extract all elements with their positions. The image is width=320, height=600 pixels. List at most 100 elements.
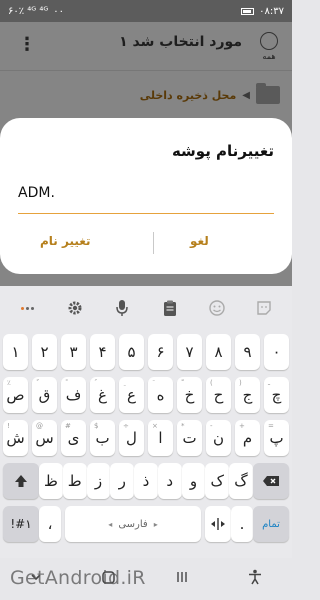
key-num-1[interactable]: ۲ (32, 334, 57, 370)
status-left: ۶۰٪ ⁴ᴳ ⁴ᴳ ۰۰ (8, 6, 64, 17)
status-right: ۰۸:۳۷ (241, 6, 284, 17)
key-row2-6[interactable]: ت * (177, 420, 202, 456)
breadcrumb-arrow-icon: ◀ (242, 89, 250, 101)
key-label: ۲ (40, 343, 49, 361)
breadcrumb[interactable]: ◀ محل ذخیره داخلی (140, 80, 280, 110)
accessibility-person-icon (248, 569, 261, 585)
key-secondary-label: ـ (268, 379, 271, 387)
key-label: ط (67, 472, 82, 490)
key-row1-1[interactable]: قٌ (32, 377, 57, 413)
key-label: خ (184, 386, 195, 404)
key-label: ۴ (98, 343, 107, 361)
key-num-7[interactable]: ۸ (206, 334, 231, 370)
key-row2-2[interactable]: ی # (61, 420, 86, 456)
watermark-text: GetAndroid.iR (10, 567, 146, 589)
key-row1-0[interactable]: ص ٪ (3, 377, 28, 413)
selection-title: ۱ مورد انتخاب شد (119, 34, 242, 50)
key-label: پ (269, 429, 284, 447)
clipboard-icon (163, 300, 176, 316)
key-row1-3[interactable]: غُ (90, 377, 115, 413)
key-row3-2[interactable]: ز (86, 463, 111, 499)
cancel-button[interactable]: لغو (190, 234, 209, 248)
folder-name-input[interactable] (18, 174, 274, 212)
key-label: ذ (142, 472, 150, 490)
voice-input-button[interactable] (107, 293, 137, 323)
key-row1-2[interactable]: فً (61, 377, 86, 413)
key-secondary-label: = (268, 422, 274, 430)
key-row3-7[interactable]: ک (205, 463, 230, 499)
emoji-button[interactable] (202, 293, 232, 323)
key-row3-8[interactable]: گ (229, 463, 253, 499)
expand-toolbar-button[interactable] (13, 293, 43, 323)
key-num-3[interactable]: ۴ (90, 334, 115, 370)
key-row2-4[interactable]: ل ÷ (119, 420, 144, 456)
key-row2-9[interactable]: پ = (264, 420, 289, 456)
key-row2-3[interactable]: ب $ (90, 420, 115, 456)
key-num-6[interactable]: ۷ (177, 334, 202, 370)
microphone-icon (116, 300, 129, 316)
key-row2-8[interactable]: م + (235, 420, 260, 456)
space-key[interactable]: ◂ فارسی ▸ (65, 506, 201, 542)
recents-nav-button[interactable] (176, 571, 188, 587)
sticker-button[interactable] (249, 293, 279, 323)
key-row1-8[interactable]: ج) (235, 377, 260, 413)
rename-folder-dialog: تغییرنام پوشه لغو تغییر نام (0, 118, 292, 274)
symbols-key[interactable]: !#۱ (3, 506, 39, 542)
key-label: ه (156, 386, 165, 404)
more-dots-icon (21, 306, 35, 310)
smiley-icon (209, 300, 225, 316)
key-num-2[interactable]: ۳ (61, 334, 86, 370)
key-row3-1[interactable]: ط (62, 463, 87, 499)
period-key[interactable]: . (231, 506, 253, 542)
key-label: ر (118, 472, 126, 490)
settings-button[interactable] (60, 293, 90, 323)
key-label: ن (212, 429, 224, 447)
key-row3-5[interactable]: د (157, 463, 182, 499)
key-label: ۱ (11, 343, 20, 361)
key-row3-6[interactable]: و (181, 463, 206, 499)
key-row2-1[interactable]: س @ (32, 420, 57, 456)
key-secondary-label: # (65, 422, 71, 430)
key-num-8[interactable]: ۹ (235, 334, 260, 370)
key-row1-6[interactable]: خّ (177, 377, 202, 413)
key-row1-4[interactable]: عِ (119, 377, 144, 413)
dialog-button-divider (153, 232, 154, 254)
comma-key[interactable]: ، (39, 506, 61, 542)
key-row1-7[interactable]: ح( (206, 377, 231, 413)
bottom-row: !#۱ ، ◂ فارسی ▸ . تمام (3, 506, 289, 542)
key-row3-4[interactable]: ذ (134, 463, 158, 499)
key-row2-7[interactable]: ن- (206, 420, 231, 456)
key-num-0[interactable]: ۱ (3, 334, 28, 370)
rename-button[interactable]: تغییر نام (40, 234, 91, 248)
key-row3-0[interactable]: ظ (39, 463, 63, 499)
key-label: ع (127, 386, 136, 404)
number-row: ۱ ۲ ۳ ۴ ۵ ۶ ۷ ۸ ۹ ۰ (3, 334, 289, 370)
select-all-checkbox[interactable]: همه (258, 32, 280, 61)
key-row3-3[interactable]: ر (110, 463, 135, 499)
key-num-9[interactable]: ۰ (264, 334, 289, 370)
key-secondary-label: ) (239, 379, 242, 387)
key-label: ز (94, 472, 103, 490)
key-label: ف (65, 386, 82, 404)
key-num-4[interactable]: ۵ (119, 334, 144, 370)
key-row2-5[interactable]: ا × (148, 420, 173, 456)
key-row1-9[interactable]: چـ (264, 377, 289, 413)
key-label: گ (234, 472, 248, 490)
more-options-icon[interactable]: ⋮ (18, 34, 36, 55)
cursor-move-key[interactable] (205, 506, 231, 542)
key-label: ق (38, 386, 51, 404)
key-label: ص (6, 386, 25, 404)
key-row2-0[interactable]: ش! (3, 420, 28, 456)
key-row1-5[interactable]: هَ (148, 377, 173, 413)
accessibility-button[interactable] (248, 569, 262, 589)
key-secondary-label: * (181, 422, 185, 430)
done-key[interactable]: تمام (253, 506, 289, 542)
key-num-5[interactable]: ۶ (148, 334, 173, 370)
clipboard-button[interactable] (155, 293, 185, 323)
backspace-key[interactable] (252, 463, 289, 499)
space-right-arrow-icon: ▸ (153, 519, 158, 529)
shift-key[interactable] (3, 463, 40, 499)
key-label: چ (271, 386, 282, 404)
key-label: ا (158, 429, 163, 447)
cursor-arrows-icon (211, 518, 225, 530)
